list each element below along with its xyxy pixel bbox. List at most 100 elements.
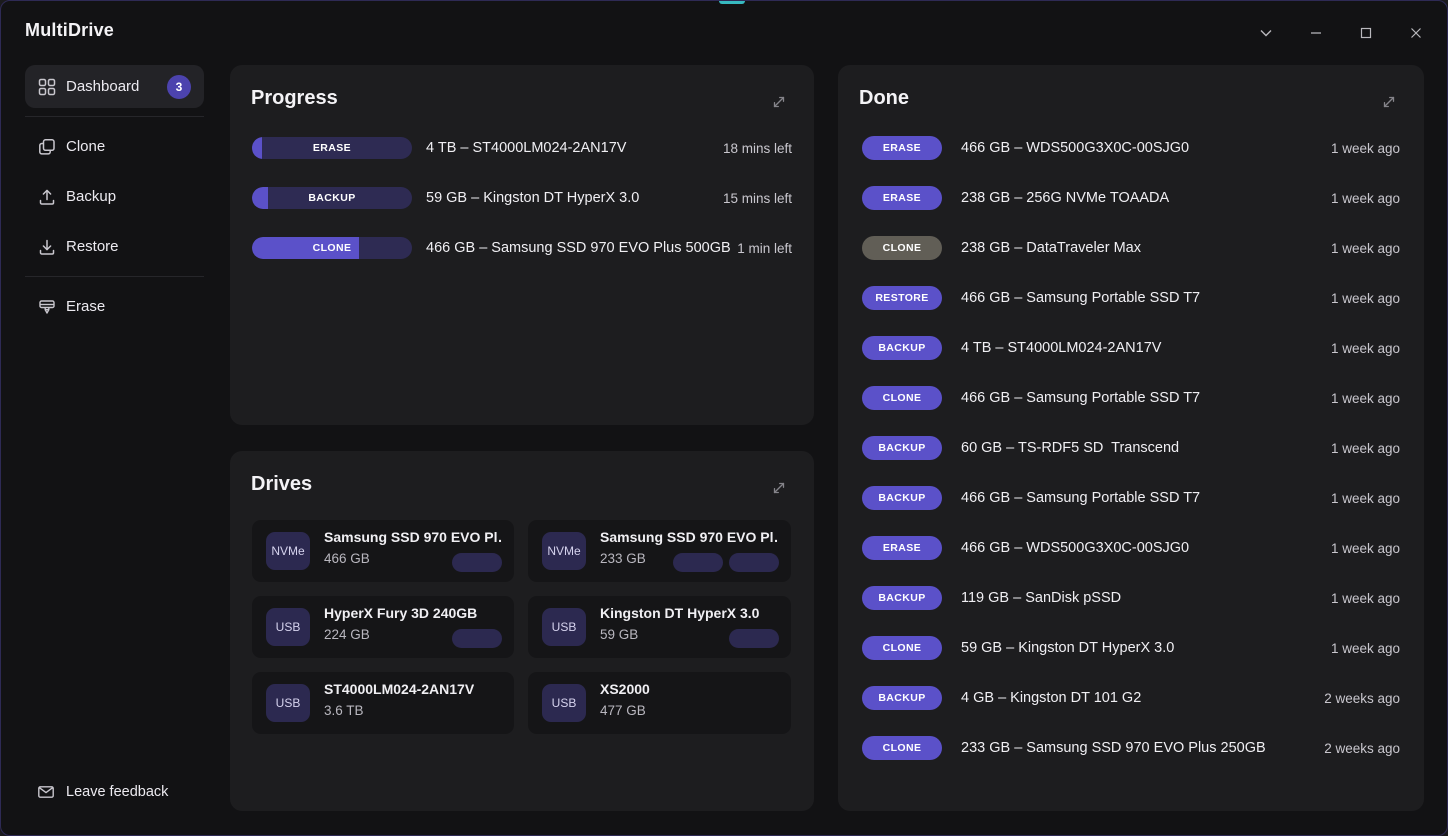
done-time: 1 week ago xyxy=(1331,173,1400,223)
sidebar-item-erase[interactable]: Erase xyxy=(25,285,204,328)
done-row[interactable]: CLONE 59 GB – Kingston DT HyperX 3.0 1 w… xyxy=(838,623,1424,673)
drive-card[interactable]: NVMe Samsung SSD 970 EVO Pl… 466 GB xyxy=(252,520,514,582)
drive-type-badge: NVMe xyxy=(542,532,586,570)
minimize-icon xyxy=(1308,25,1324,41)
done-action-badge: ERASE xyxy=(862,536,942,560)
drives-expand-button[interactable] xyxy=(762,471,795,504)
done-action-badge: ERASE xyxy=(862,186,942,210)
drives-grid: NVMe Samsung SSD 970 EVO Pl… 466 GB NVMe… xyxy=(252,520,792,734)
drive-card[interactable]: USB XS2000 477 GB xyxy=(528,672,791,734)
done-time: 2 weeks ago xyxy=(1324,673,1400,723)
done-list: ERASE 466 GB – WDS500G3X0C-00SJG0 1 week… xyxy=(838,123,1424,773)
done-time: 1 week ago xyxy=(1331,223,1400,273)
drive-letter-pill xyxy=(729,629,779,648)
app-title: MultiDrive xyxy=(25,20,114,41)
drive-card[interactable]: USB Kingston DT HyperX 3.0 59 GB xyxy=(528,596,791,658)
drive-name: Samsung SSD 970 EVO Pl… xyxy=(600,529,778,545)
done-drive-label: 238 GB – DataTraveler Max xyxy=(961,223,1141,273)
done-drive-label: 4 GB – Kingston DT 101 G2 xyxy=(961,673,1141,723)
expand-icon xyxy=(771,94,787,110)
drive-type-badge: USB xyxy=(266,608,310,646)
sidebar-item-label: Clone xyxy=(66,138,105,155)
progress-panel-title: Progress xyxy=(251,87,338,110)
progress-row[interactable]: BACKUP 59 GB – Kingston DT HyperX 3.0 15… xyxy=(230,173,814,223)
progress-expand-button[interactable] xyxy=(762,85,795,118)
sidebar-divider xyxy=(25,276,204,277)
done-row[interactable]: CLONE 233 GB – Samsung SSD 970 EVO Plus … xyxy=(838,723,1424,773)
dashboard-count-badge: 3 xyxy=(167,75,191,99)
progress-time-left: 15 mins left xyxy=(723,173,792,223)
progress-list: ERASE 4 TB – ST4000LM024-2AN17V 18 mins … xyxy=(230,123,814,273)
drive-card[interactable]: NVMe Samsung SSD 970 EVO Pl… 233 GB xyxy=(528,520,791,582)
done-row[interactable]: BACKUP 60 GB – TS-RDF5 SD Transcend 1 we… xyxy=(838,423,1424,473)
drive-size: 224 GB xyxy=(324,627,370,642)
sidebar-item-label: Dashboard xyxy=(66,78,139,95)
drive-type-badge: NVMe xyxy=(266,532,310,570)
leave-feedback-button[interactable]: Leave feedback xyxy=(25,771,204,813)
done-time: 1 week ago xyxy=(1331,123,1400,173)
eraser-icon xyxy=(38,298,56,316)
drive-card[interactable]: USB ST4000LM024-2AN17V 3.6 TB xyxy=(252,672,514,734)
done-row[interactable]: BACKUP 466 GB – Samsung Portable SSD T7 … xyxy=(838,473,1424,523)
progress-time-left: 1 min left xyxy=(737,223,792,273)
done-row[interactable]: BACKUP 119 GB – SanDisk pSSD 1 week ago xyxy=(838,573,1424,623)
drive-size: 233 GB xyxy=(600,551,646,566)
minimize-button[interactable] xyxy=(1302,19,1330,47)
done-time: 1 week ago xyxy=(1331,373,1400,423)
titlebar-accent xyxy=(719,1,745,4)
drive-card[interactable]: USB HyperX Fury 3D 240GB 224 GB xyxy=(252,596,514,658)
done-action-badge: BACKUP xyxy=(862,436,942,460)
done-drive-label: 4 TB – ST4000LM024-2AN17V xyxy=(961,323,1161,373)
progress-drive-label: 59 GB – Kingston DT HyperX 3.0 xyxy=(426,173,639,223)
drive-type-badge: USB xyxy=(542,608,586,646)
done-row[interactable]: BACKUP 4 TB – ST4000LM024-2AN17V 1 week … xyxy=(838,323,1424,373)
done-action-badge: CLONE xyxy=(862,636,942,660)
close-button[interactable] xyxy=(1402,19,1430,47)
drive-letters xyxy=(673,553,779,572)
done-drive-label: 233 GB – Samsung SSD 970 EVO Plus 250GB xyxy=(961,723,1266,773)
done-expand-button[interactable] xyxy=(1372,85,1405,118)
done-drive-label: 466 GB – Samsung Portable SSD T7 xyxy=(961,473,1200,523)
drive-type-badge: USB xyxy=(542,684,586,722)
maximize-button[interactable] xyxy=(1352,19,1380,47)
done-drive-label: 60 GB – TS-RDF5 SD Transcend xyxy=(961,423,1179,473)
done-row[interactable]: ERASE 466 GB – WDS500G3X0C-00SJG0 1 week… xyxy=(838,123,1424,173)
sidebar-item-restore[interactable]: Restore xyxy=(25,225,204,268)
done-row[interactable]: CLONE 238 GB – DataTraveler Max 1 week a… xyxy=(838,223,1424,273)
progress-bar: ERASE xyxy=(252,137,412,159)
maximize-icon xyxy=(1358,25,1374,41)
done-action-badge: BACKUP xyxy=(862,586,942,610)
done-time: 1 week ago xyxy=(1331,573,1400,623)
drive-size: 3.6 TB xyxy=(324,703,364,718)
done-panel: Done ERASE 466 GB – WDS500G3X0C-00SJG0 1… xyxy=(838,65,1424,811)
done-row[interactable]: BACKUP 4 GB – Kingston DT 101 G2 2 weeks… xyxy=(838,673,1424,723)
sidebar-item-backup[interactable]: Backup xyxy=(25,175,204,218)
done-action-badge: ERASE xyxy=(862,136,942,160)
done-row[interactable]: CLONE 466 GB – Samsung Portable SSD T7 1… xyxy=(838,373,1424,423)
done-time: 1 week ago xyxy=(1331,273,1400,323)
progress-drive-label: 466 GB – Samsung SSD 970 EVO Plus 500GB xyxy=(426,223,731,273)
drives-panel-title: Drives xyxy=(251,473,312,496)
sidebar-item-dashboard[interactable]: Dashboard 3 xyxy=(25,65,204,108)
progress-row[interactable]: CLONE 466 GB – Samsung SSD 970 EVO Plus … xyxy=(230,223,814,273)
progress-bar: BACKUP xyxy=(252,187,412,209)
done-row[interactable]: ERASE 466 GB – WDS500G3X0C-00SJG0 1 week… xyxy=(838,523,1424,573)
done-drive-label: 119 GB – SanDisk pSSD xyxy=(961,573,1121,623)
chevron-down-icon xyxy=(1258,25,1274,41)
download-icon xyxy=(38,238,56,256)
done-action-badge: RESTORE xyxy=(862,286,942,310)
drive-name: XS2000 xyxy=(600,681,650,697)
done-row[interactable]: ERASE 238 GB – 256G NVMe TOAADA 1 week a… xyxy=(838,173,1424,223)
sidebar-item-clone[interactable]: Clone xyxy=(25,125,204,168)
window-collapse-button[interactable] xyxy=(1252,19,1280,47)
drive-type-badge: USB xyxy=(266,684,310,722)
done-drive-label: 466 GB – Samsung Portable SSD T7 xyxy=(961,373,1200,423)
done-row[interactable]: RESTORE 466 GB – Samsung Portable SSD T7… xyxy=(838,273,1424,323)
drive-letter-pill xyxy=(452,553,502,572)
done-time: 2 weeks ago xyxy=(1324,723,1400,773)
drive-size: 59 GB xyxy=(600,627,638,642)
expand-icon xyxy=(771,480,787,496)
progress-row[interactable]: ERASE 4 TB – ST4000LM024-2AN17V 18 mins … xyxy=(230,123,814,173)
drive-letter-pill xyxy=(673,553,723,572)
drive-name: ST4000LM024-2AN17V xyxy=(324,681,474,697)
